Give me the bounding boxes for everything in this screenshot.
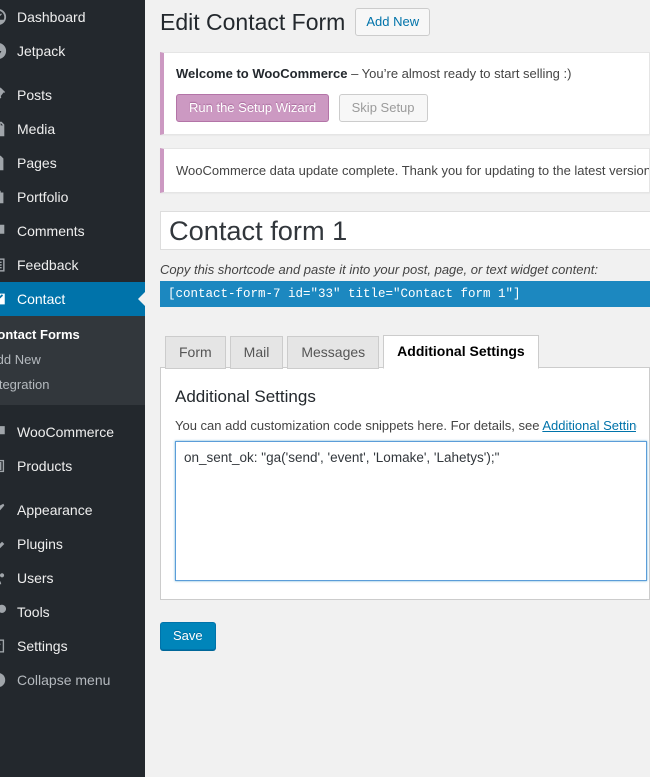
sidebar-item-label: Contact	[17, 291, 66, 307]
woocommerce-icon: W	[0, 422, 8, 442]
tab-additional-settings[interactable]: Additional Settings	[383, 335, 539, 369]
page-icon	[0, 153, 8, 173]
page-title: Edit Contact Form	[160, 9, 346, 35]
sidebar-item-label: Appearance	[17, 502, 93, 518]
sidebar-item-label: Users	[17, 570, 54, 586]
sidebar-item-plugins[interactable]: Plugins	[0, 527, 145, 561]
sidebar-item-tools[interactable]: Tools	[0, 595, 145, 629]
settings-icon	[0, 636, 8, 656]
woocommerce-welcome-notice: Welcome to WooCommerce – You’re almost r…	[160, 52, 650, 135]
sidebar-item-label: Settings	[17, 638, 68, 654]
envelope-check-icon	[0, 289, 8, 309]
sidebar-item-label: Dashboard	[17, 9, 86, 25]
tab-form[interactable]: Form	[165, 336, 226, 369]
sidebar-item-woocommerce[interactable]: W WooCommerce	[0, 415, 145, 449]
wrap: Edit Contact Form Add New Welcome to Woo…	[145, 0, 650, 670]
jetpack-icon	[0, 41, 8, 61]
sidebar-item-feedback[interactable]: Feedback	[0, 248, 145, 282]
sidebar-item-contact[interactable]: Contact	[0, 282, 146, 316]
sidebar-item-appearance[interactable]: Appearance	[0, 493, 145, 527]
tab-messages[interactable]: Messages	[287, 336, 380, 369]
sidebar-item-products[interactable]: Products	[0, 449, 145, 483]
panel-description: You can add customization code snippets …	[175, 418, 637, 433]
notice-text: Welcome to WooCommerce – You’re almost r…	[176, 64, 637, 84]
screen: Dashboard Jetpack Posts Media Pages Port…	[0, 0, 650, 777]
sidebar-item-label: WooCommerce	[17, 424, 114, 440]
sidebar-item-label: Comments	[17, 223, 85, 239]
tab-messages-link[interactable]: Messages	[287, 336, 380, 369]
panel-description-text: You can add customization code snippets …	[175, 418, 543, 434]
sidebar-item-pages[interactable]: Pages	[0, 146, 145, 180]
sidebar-item-label: Posts	[17, 87, 53, 103]
tab-mail-link[interactable]: Mail	[229, 336, 284, 369]
collapse-icon	[0, 670, 8, 690]
comment-icon	[0, 221, 8, 241]
brush-icon	[0, 500, 8, 520]
sidebar-item-label: Tools	[17, 604, 50, 620]
sidebar-item-label: Portfolio	[17, 189, 69, 205]
sidebar-item-label: Products	[17, 458, 73, 474]
feedback-icon	[0, 255, 8, 275]
wrench-icon	[0, 602, 8, 622]
save-row: Save	[160, 622, 650, 670]
additional-settings-panel: Additional Settings You can add customiz…	[160, 367, 650, 601]
sidebar-item-label: Media	[17, 121, 56, 137]
sidebar-item-settings[interactable]: Settings	[0, 629, 145, 663]
notice-text: WooCommerce data update complete. Thank …	[176, 162, 650, 178]
sidebar-item-comments[interactable]: Comments	[0, 214, 145, 248]
sidebar-item-users[interactable]: Users	[0, 561, 145, 595]
collapse-menu-button[interactable]: Collapse menu	[0, 663, 145, 697]
sidebar-menu: Dashboard Jetpack Posts Media Pages Port…	[0, 0, 146, 697]
form-title-input[interactable]	[160, 211, 650, 250]
sidebar-item-dashboard[interactable]: Dashboard	[0, 0, 145, 34]
sidebar-item-label: Plugins	[17, 536, 63, 552]
plugin-icon	[0, 534, 8, 554]
additional-settings-textarea[interactable]	[175, 441, 647, 582]
add-new-button[interactable]: Add New	[355, 7, 431, 36]
sidebar-separator	[0, 68, 145, 78]
save-button[interactable]: Save	[160, 622, 216, 651]
submenu-item-integration[interactable]: Integration	[0, 372, 145, 397]
sidebar-item-posts[interactable]: Posts	[0, 78, 145, 112]
sidebar-item-label: Jetpack	[17, 43, 66, 59]
tab-mail[interactable]: Mail	[229, 336, 284, 369]
woocommerce-update-notice: WooCommerce data update complete. Thank …	[160, 147, 650, 193]
additional-settings-link[interactable]: Additional Settings	[542, 418, 637, 433]
sidebar-item-label: Feedback	[17, 257, 79, 273]
panel-heading: Additional Settings	[175, 387, 316, 406]
products-icon	[0, 456, 8, 476]
sidebar-item-media[interactable]: Media	[0, 112, 145, 146]
sidebar-item-label: Pages	[17, 155, 57, 171]
submenu-item-contact-forms[interactable]: Contact Forms	[0, 322, 145, 347]
skip-setup-button[interactable]: Skip Setup	[338, 93, 428, 122]
sidebar-item-portfolio[interactable]: Portfolio	[0, 180, 145, 214]
content-area: Edit Contact Form Add New Welcome to Woo…	[145, 0, 650, 777]
notice-strong: Welcome to WooCommerce	[176, 66, 348, 81]
dashboard-icon	[0, 7, 8, 27]
media-icon	[0, 119, 8, 139]
contact-submenu: Contact Forms Add New Integration	[0, 316, 145, 405]
portfolio-icon	[0, 187, 8, 207]
tab-form-link[interactable]: Form	[165, 336, 226, 369]
pin-icon	[0, 85, 8, 105]
sidebar-separator	[0, 405, 145, 415]
tab-list: Form Mail Messages Additional Settings	[160, 335, 650, 369]
notice-actions: Run the Setup Wizard Skip Setup	[176, 93, 637, 122]
tabs-container: Form Mail Messages Additional Settings A…	[160, 335, 650, 601]
admin-sidebar: Dashboard Jetpack Posts Media Pages Port…	[0, 0, 146, 777]
shortcode-input[interactable]	[160, 281, 650, 307]
notice-rest: – You’re almost ready to start selling :…	[347, 66, 572, 81]
collapse-menu-label: Collapse menu	[17, 672, 111, 688]
shortcode-label: Copy this shortcode and paste it into yo…	[160, 262, 598, 277]
page-header: Edit Contact Form Add New	[160, 0, 650, 41]
submenu-item-add-new[interactable]: Add New	[0, 347, 145, 372]
run-setup-wizard-button[interactable]: Run the Setup Wizard	[176, 93, 330, 122]
tab-additional-settings-link[interactable]: Additional Settings	[383, 335, 539, 369]
sidebar-separator	[0, 483, 145, 493]
sidebar-item-jetpack[interactable]: Jetpack	[0, 34, 145, 68]
users-icon	[0, 568, 8, 588]
